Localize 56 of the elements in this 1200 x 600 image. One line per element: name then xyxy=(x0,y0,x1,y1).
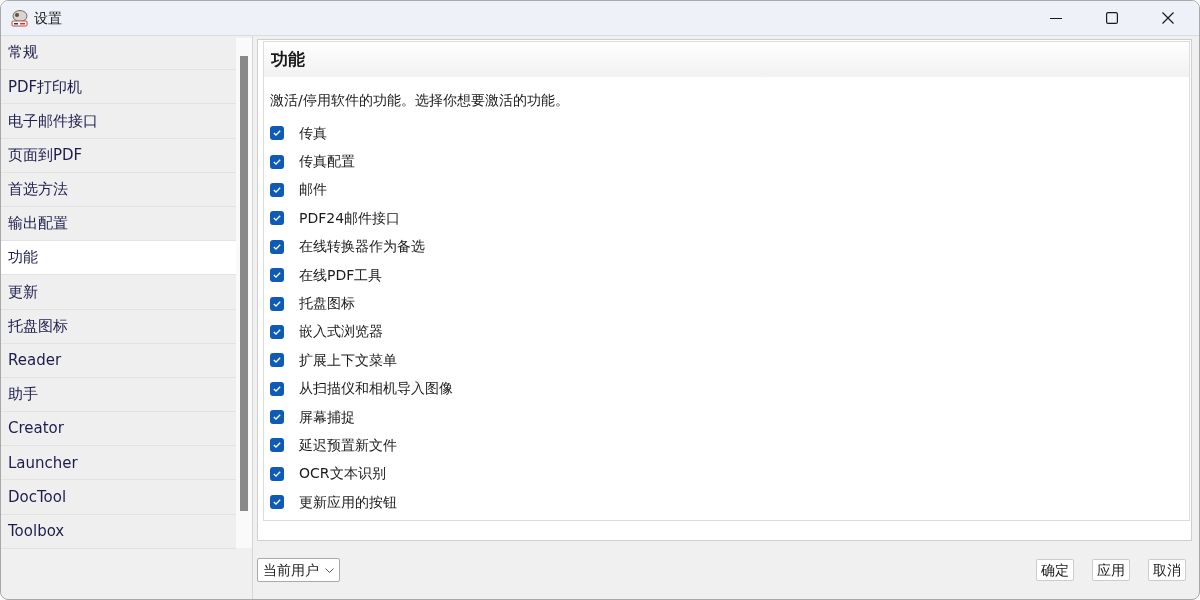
scope-dropdown[interactable]: 当前用户 xyxy=(257,558,340,582)
dialog-button[interactable]: 取消 xyxy=(1148,559,1186,581)
check-icon xyxy=(273,158,281,165)
checkbox-label: 在线转换器作为备选 xyxy=(299,237,425,257)
checkbox-label: PDF24邮件接口 xyxy=(299,208,401,228)
checkbox-label: 延迟预置新文件 xyxy=(299,436,397,455)
check-icon xyxy=(273,357,281,364)
checkbox[interactable] xyxy=(270,495,284,510)
checkbox[interactable] xyxy=(270,182,284,197)
app-icon xyxy=(10,8,29,28)
scrollbar-thumb[interactable] xyxy=(240,56,249,511)
checkbox[interactable] xyxy=(270,126,284,141)
check-icon xyxy=(273,328,281,335)
checkbox[interactable] xyxy=(270,438,284,453)
checkbox[interactable] xyxy=(270,410,284,425)
checkbox[interactable] xyxy=(270,268,284,283)
check-icon xyxy=(273,186,281,193)
section-description: 激活/停用软件的功能。选择你想要激活的功能。 xyxy=(270,91,569,110)
window-title: 设置 xyxy=(34,8,62,28)
checkbox-label: 从扫描仪和相机导入图像 xyxy=(299,379,453,399)
checkbox[interactable] xyxy=(270,381,284,396)
checkbox-label: 托盘图标 xyxy=(299,294,355,314)
sidebar-item[interactable]: 功能 xyxy=(1,241,237,276)
checkbox-label: 传真配置 xyxy=(299,152,355,172)
checkbox-label: 邮件 xyxy=(299,180,327,200)
check-icon xyxy=(273,414,281,421)
chevron-down-icon xyxy=(325,567,334,573)
checkbox-label: OCR文本识别 xyxy=(299,464,386,484)
checkbox[interactable] xyxy=(270,324,284,339)
dialog-button[interactable]: 确定 xyxy=(1036,559,1074,581)
checkbox[interactable] xyxy=(270,466,284,481)
checkbox[interactable] xyxy=(270,211,284,226)
check-icon xyxy=(273,499,281,506)
check-icon xyxy=(273,442,281,449)
checkbox-label: 嵌入式浏览器 xyxy=(299,322,383,342)
checkbox-label: 传真 xyxy=(299,123,327,143)
check-icon xyxy=(273,385,281,392)
dialog-button[interactable]: 应用 xyxy=(1092,559,1130,581)
checkbox[interactable] xyxy=(270,296,284,311)
checkbox[interactable] xyxy=(270,239,284,254)
checkbox-label: 扩展上下文菜单 xyxy=(299,350,397,370)
check-icon xyxy=(273,130,281,137)
checkbox-label: 更新应用的按钮 xyxy=(299,492,397,512)
section-heading: 功能 xyxy=(271,47,305,71)
check-icon xyxy=(273,470,281,477)
check-icon xyxy=(273,300,281,307)
check-icon xyxy=(273,243,281,250)
minimize-icon xyxy=(1050,17,1062,19)
close-icon xyxy=(1162,12,1174,24)
checkbox-label: 屏幕捕捉 xyxy=(299,407,355,427)
check-icon xyxy=(273,272,281,279)
checkbox-label: 在线PDF工具 xyxy=(299,265,383,285)
check-icon xyxy=(273,215,281,222)
maximize-icon xyxy=(1106,12,1118,24)
checkbox[interactable] xyxy=(270,353,284,368)
checkbox[interactable] xyxy=(270,154,284,169)
